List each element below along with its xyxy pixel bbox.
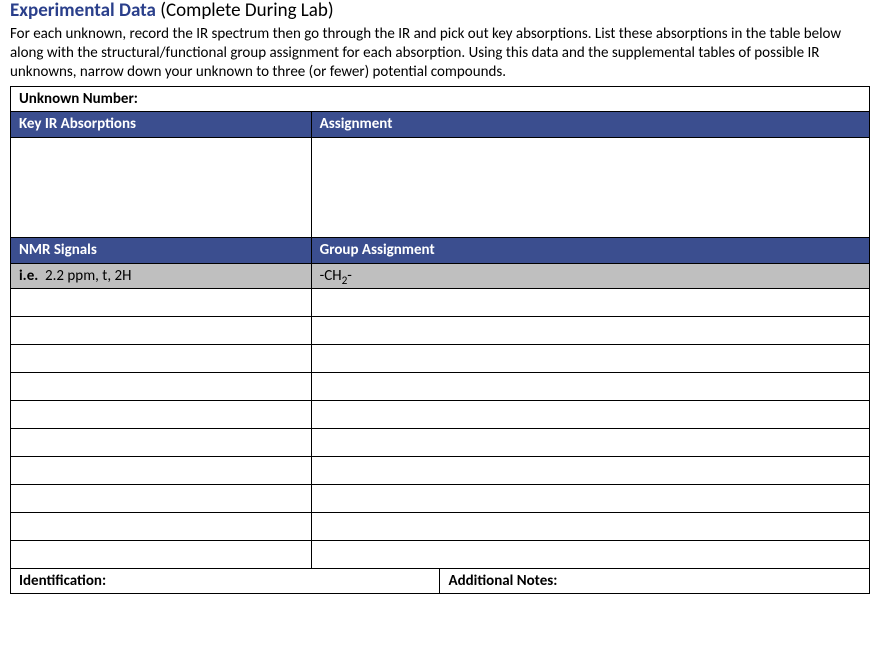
ir-header-left: Key IR Absorptions bbox=[11, 112, 312, 138]
unknown-number-cell[interactable]: Unknown Number: bbox=[11, 87, 870, 112]
nmr-signal-cell[interactable] bbox=[11, 289, 312, 317]
nmr-signal-cell[interactable] bbox=[11, 373, 312, 401]
nmr-example-assignment: -CH2- bbox=[311, 264, 869, 289]
nmr-header-right: Group Assignment bbox=[311, 238, 869, 264]
nmr-assignment-cell[interactable] bbox=[311, 401, 869, 429]
nmr-row bbox=[11, 289, 870, 317]
nmr-row bbox=[11, 457, 870, 485]
nmr-signal-cell[interactable] bbox=[11, 457, 312, 485]
nmr-row bbox=[11, 541, 870, 569]
ir-header-right: Assignment bbox=[311, 112, 869, 138]
nmr-row bbox=[11, 345, 870, 373]
nmr-signal-cell[interactable] bbox=[11, 513, 312, 541]
heading-subtitle: (Complete During Lab) bbox=[160, 0, 333, 22]
nmr-signal-cell[interactable] bbox=[11, 345, 312, 373]
nmr-signal-cell[interactable] bbox=[11, 485, 312, 513]
nmr-assignment-cell[interactable] bbox=[311, 513, 869, 541]
additional-notes-cell[interactable]: Additional Notes: bbox=[440, 569, 870, 594]
ir-absorptions-cell[interactable] bbox=[11, 138, 312, 238]
nmr-assignment-cell[interactable] bbox=[311, 485, 869, 513]
identification-row: Identification: Additional Notes: bbox=[11, 569, 870, 594]
nmr-assignment-cell[interactable] bbox=[311, 457, 869, 485]
nmr-signal-cell[interactable] bbox=[11, 317, 312, 345]
nmr-row bbox=[11, 485, 870, 513]
nmr-header-row: NMR Signals Group Assignment bbox=[11, 238, 870, 264]
ir-data-row bbox=[11, 138, 870, 238]
nmr-signal-cell[interactable] bbox=[11, 429, 312, 457]
nmr-signal-cell[interactable] bbox=[11, 401, 312, 429]
nmr-row bbox=[11, 513, 870, 541]
ir-header-row: Key IR Absorptions Assignment bbox=[11, 112, 870, 138]
nmr-assignment-cell[interactable] bbox=[311, 317, 869, 345]
nmr-assignment-cell[interactable] bbox=[311, 541, 869, 569]
intro-paragraph: For each unknown, record the IR spectrum… bbox=[10, 25, 870, 83]
nmr-assignment-cell[interactable] bbox=[311, 429, 869, 457]
unknown-number-row: Unknown Number: bbox=[11, 87, 870, 112]
nmr-row bbox=[11, 401, 870, 429]
section-heading: Experimental Data (Complete During Lab) bbox=[10, 0, 870, 23]
identification-cell[interactable]: Identification: bbox=[11, 569, 440, 594]
nmr-assignment-cell[interactable] bbox=[311, 289, 869, 317]
nmr-assignment-cell[interactable] bbox=[311, 373, 869, 401]
nmr-assignment-cell[interactable] bbox=[311, 345, 869, 373]
ir-assignment-cell[interactable] bbox=[311, 138, 869, 238]
nmr-example-signal: i.e. 2.2 ppm, t, 2H bbox=[11, 264, 312, 289]
experimental-data-table: Unknown Number: Key IR Absorptions Assig… bbox=[10, 86, 870, 594]
example-signal-text: 2.2 ppm, t, 2H bbox=[45, 267, 131, 285]
nmr-row bbox=[11, 317, 870, 345]
nmr-row bbox=[11, 429, 870, 457]
example-prefix: i.e. bbox=[19, 267, 38, 285]
nmr-row bbox=[11, 373, 870, 401]
nmr-signal-cell[interactable] bbox=[11, 541, 312, 569]
heading-title: Experimental Data bbox=[10, 0, 156, 22]
nmr-example-row: i.e. 2.2 ppm, t, 2H -CH2- bbox=[11, 264, 870, 289]
nmr-header-left: NMR Signals bbox=[11, 238, 312, 264]
